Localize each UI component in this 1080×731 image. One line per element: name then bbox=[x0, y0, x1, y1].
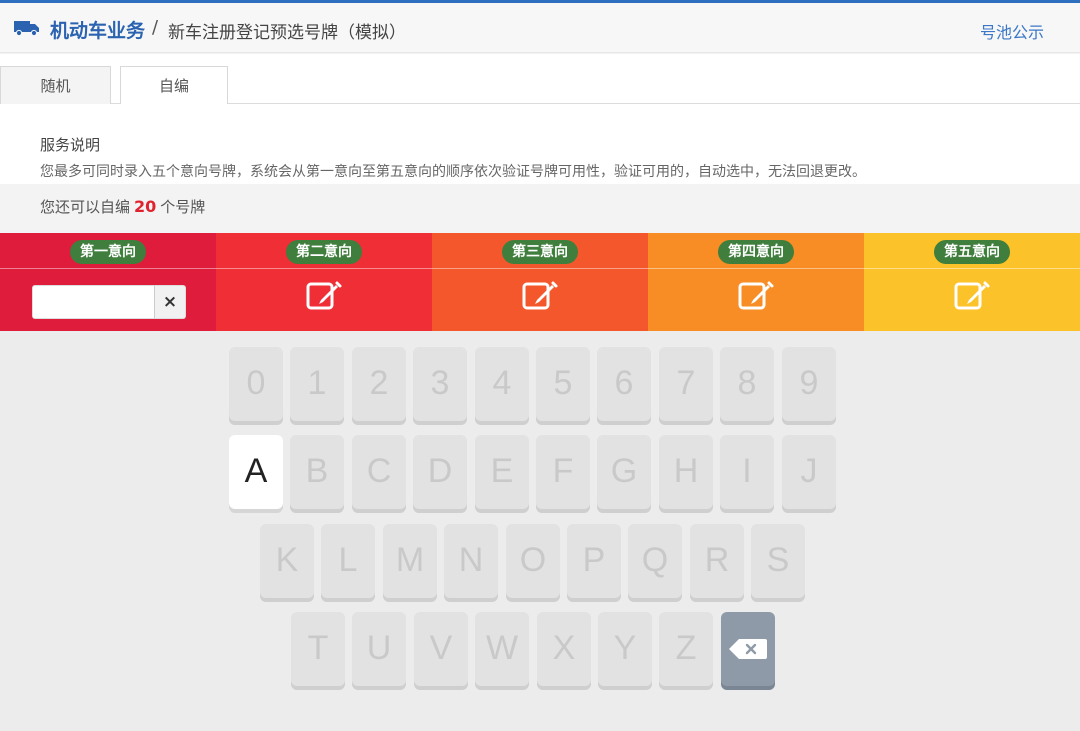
intention-column-fifth: 第五意向 bbox=[864, 233, 1080, 331]
key-f[interactable]: F bbox=[536, 435, 590, 509]
key-x[interactable]: X bbox=[537, 612, 591, 686]
breadcrumb-home[interactable]: 机动车业务 bbox=[50, 16, 145, 43]
key-u[interactable]: U bbox=[352, 612, 406, 686]
page-header: 机动车业务 / 新车注册登记预选号牌（模拟） 号池公示 bbox=[0, 3, 1080, 53]
key-c[interactable]: C bbox=[352, 435, 406, 509]
intention-label: 第三意向 bbox=[502, 240, 578, 264]
page-title: 新车注册登记预选号牌（模拟） bbox=[168, 23, 406, 43]
intention-header: 第四意向 bbox=[648, 233, 864, 269]
remaining-count-text: 您还可以自编 20 个号牌 bbox=[40, 196, 205, 217]
key-1[interactable]: 1 bbox=[290, 347, 344, 421]
key-2[interactable]: 2 bbox=[352, 347, 406, 421]
plate-keyboard: 0123456789 ABCDEFGHIJ KLMNOPQRS TUVWXYZ bbox=[0, 331, 1080, 731]
tab-bar: 随机 自编 bbox=[0, 54, 1080, 105]
service-title: 服务说明 bbox=[40, 136, 101, 154]
intention-label: 第五意向 bbox=[934, 240, 1010, 264]
intention-column-third: 第三意向 bbox=[432, 233, 648, 331]
intention-column-second: 第二意向 bbox=[216, 233, 432, 331]
key-5[interactable]: 5 bbox=[536, 347, 590, 421]
remaining-count: 20 bbox=[134, 197, 157, 216]
key-y[interactable]: Y bbox=[598, 612, 652, 686]
intention-columns: 第一意向 × 第二意向 第三意向 第四意向 第五意向 bbox=[0, 233, 1080, 331]
tab-random[interactable]: 随机 bbox=[0, 66, 111, 104]
number-pool-link[interactable]: 号池公示 bbox=[980, 19, 1044, 43]
intention-header: 第五意向 bbox=[864, 233, 1080, 269]
key-q[interactable]: Q bbox=[628, 524, 682, 598]
intention-column-fourth: 第四意向 bbox=[648, 233, 864, 331]
clear-input-button[interactable]: × bbox=[154, 285, 186, 319]
key-7[interactable]: 7 bbox=[659, 347, 713, 421]
intention-header: 第一意向 bbox=[0, 233, 216, 269]
edit-icon[interactable] bbox=[521, 279, 559, 313]
key-l[interactable]: L bbox=[321, 524, 375, 598]
key-g[interactable]: G bbox=[597, 435, 651, 509]
key-p[interactable]: P bbox=[567, 524, 621, 598]
intention-header: 第二意向 bbox=[216, 233, 432, 269]
edit-icon[interactable] bbox=[737, 279, 775, 313]
edit-icon[interactable] bbox=[953, 279, 991, 313]
remaining-prefix: 您还可以自编 bbox=[40, 198, 131, 216]
key-n[interactable]: N bbox=[444, 524, 498, 598]
intention-label: 第一意向 bbox=[70, 240, 146, 264]
key-4[interactable]: 4 bbox=[475, 347, 529, 421]
intention-column-first: 第一意向 × bbox=[0, 233, 216, 331]
intention-header: 第三意向 bbox=[432, 233, 648, 269]
backspace-icon bbox=[729, 639, 767, 659]
key-k[interactable]: K bbox=[260, 524, 314, 598]
key-v[interactable]: V bbox=[414, 612, 468, 686]
tab-custom[interactable]: 自编 bbox=[120, 66, 228, 105]
key-z[interactable]: Z bbox=[659, 612, 713, 686]
key-w[interactable]: W bbox=[475, 612, 529, 686]
key-3[interactable]: 3 bbox=[413, 347, 467, 421]
key-m[interactable]: M bbox=[383, 524, 437, 598]
key-a[interactable]: A bbox=[229, 435, 283, 509]
key-s[interactable]: S bbox=[751, 524, 805, 598]
key-b[interactable]: B bbox=[290, 435, 344, 509]
key-r[interactable]: R bbox=[690, 524, 744, 598]
intention-label: 第二意向 bbox=[286, 240, 362, 264]
edit-icon[interactable] bbox=[305, 279, 343, 313]
truck-icon bbox=[14, 21, 39, 36]
key-j[interactable]: J bbox=[782, 435, 836, 509]
key-9[interactable]: 9 bbox=[782, 347, 836, 421]
key-0[interactable]: 0 bbox=[229, 347, 283, 421]
remaining-suffix: 个号牌 bbox=[160, 198, 206, 216]
plate-number-input[interactable] bbox=[32, 285, 156, 319]
breadcrumb-separator: / bbox=[152, 17, 159, 38]
service-text: 您最多可同时录入五个意向号牌，系统会从第一意向至第五意向的顺序依次验证号牌可用性… bbox=[40, 164, 866, 180]
key-h[interactable]: H bbox=[659, 435, 713, 509]
intention-label: 第四意向 bbox=[718, 240, 794, 264]
service-description: 服务说明 您最多可同时录入五个意向号牌，系统会从第一意向至第五意向的顺序依次验证… bbox=[0, 104, 1080, 184]
key-e[interactable]: E bbox=[475, 435, 529, 509]
key-d[interactable]: D bbox=[413, 435, 467, 509]
backspace-key[interactable] bbox=[721, 612, 775, 686]
key-i[interactable]: I bbox=[720, 435, 774, 509]
key-8[interactable]: 8 bbox=[720, 347, 774, 421]
key-t[interactable]: T bbox=[291, 612, 345, 686]
key-o[interactable]: O bbox=[506, 524, 560, 598]
key-6[interactable]: 6 bbox=[597, 347, 651, 421]
